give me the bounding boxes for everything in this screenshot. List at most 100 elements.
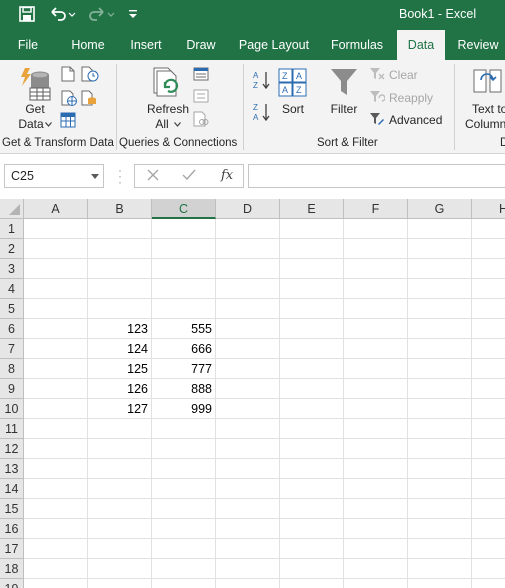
cell-d16[interactable] xyxy=(216,519,280,539)
cell-a8[interactable] xyxy=(24,359,88,379)
cell-d14[interactable] xyxy=(216,479,280,499)
cell-d11[interactable] xyxy=(216,419,280,439)
cell-d3[interactable] xyxy=(216,259,280,279)
cell-e13[interactable] xyxy=(280,459,344,479)
row-header[interactable]: 19 xyxy=(0,579,24,588)
cell-f3[interactable] xyxy=(344,259,408,279)
cell-b9[interactable]: 126 xyxy=(88,379,152,399)
cell-b15[interactable] xyxy=(88,499,152,519)
cell-c13[interactable] xyxy=(152,459,216,479)
cell-a16[interactable] xyxy=(24,519,88,539)
cell-f10[interactable] xyxy=(344,399,408,419)
save-button[interactable] xyxy=(14,3,40,25)
cell-g18[interactable] xyxy=(408,559,472,579)
cell-c3[interactable] xyxy=(152,259,216,279)
cell-f1[interactable] xyxy=(344,219,408,239)
cell-a3[interactable] xyxy=(24,259,88,279)
cell-h17[interactable] xyxy=(472,539,505,559)
row-header[interactable]: 10 xyxy=(0,399,24,419)
cell-c9[interactable]: 888 xyxy=(152,379,216,399)
cell-e7[interactable] xyxy=(280,339,344,359)
cell-h3[interactable] xyxy=(472,259,505,279)
row-header[interactable]: 9 xyxy=(0,379,24,399)
cell-h1[interactable] xyxy=(472,219,505,239)
cell-h18[interactable] xyxy=(472,559,505,579)
cell-e19[interactable] xyxy=(280,579,344,588)
tab-file[interactable]: File xyxy=(8,30,48,60)
cell-f11[interactable] xyxy=(344,419,408,439)
cell-f15[interactable] xyxy=(344,499,408,519)
row-header[interactable]: 1 xyxy=(0,219,24,239)
cell-h2[interactable] xyxy=(472,239,505,259)
cell-h7[interactable] xyxy=(472,339,505,359)
cell-h19[interactable] xyxy=(472,579,505,588)
cell-b13[interactable] xyxy=(88,459,152,479)
cell-a1[interactable] xyxy=(24,219,88,239)
clear-filter-button[interactable]: Clear xyxy=(369,66,418,84)
column-header-g[interactable]: G xyxy=(408,199,472,219)
cell-c4[interactable] xyxy=(152,279,216,299)
cell-h13[interactable] xyxy=(472,459,505,479)
cell-h4[interactable] xyxy=(472,279,505,299)
cell-d8[interactable] xyxy=(216,359,280,379)
row-header[interactable]: 11 xyxy=(0,419,24,439)
cell-f2[interactable] xyxy=(344,239,408,259)
cell-h10[interactable] xyxy=(472,399,505,419)
customize-qat-button[interactable] xyxy=(126,3,140,25)
cell-c7[interactable]: 666 xyxy=(152,339,216,359)
cell-e9[interactable] xyxy=(280,379,344,399)
cell-d9[interactable] xyxy=(216,379,280,399)
cell-e3[interactable] xyxy=(280,259,344,279)
cell-g6[interactable] xyxy=(408,319,472,339)
cell-a12[interactable] xyxy=(24,439,88,459)
cell-d18[interactable] xyxy=(216,559,280,579)
cell-e16[interactable] xyxy=(280,519,344,539)
insert-function-button[interactable]: fx xyxy=(221,168,233,183)
cell-a19[interactable] xyxy=(24,579,88,588)
cell-c11[interactable] xyxy=(152,419,216,439)
cell-c5[interactable] xyxy=(152,299,216,319)
column-header-a[interactable]: A xyxy=(24,199,88,219)
column-header-f[interactable]: F xyxy=(344,199,408,219)
cell-f16[interactable] xyxy=(344,519,408,539)
chevron-down-icon[interactable] xyxy=(91,174,99,179)
name-box[interactable]: C25 xyxy=(4,164,104,188)
cell-c16[interactable] xyxy=(152,519,216,539)
cell-g9[interactable] xyxy=(408,379,472,399)
cell-c14[interactable] xyxy=(152,479,216,499)
enter-button[interactable] xyxy=(179,167,199,185)
column-header-e[interactable]: E xyxy=(280,199,344,219)
cell-b11[interactable] xyxy=(88,419,152,439)
cell-e4[interactable] xyxy=(280,279,344,299)
cell-b4[interactable] xyxy=(88,279,152,299)
cell-f18[interactable] xyxy=(344,559,408,579)
cell-b17[interactable] xyxy=(88,539,152,559)
formula-bar-resize-handle[interactable]: · · · xyxy=(117,164,123,188)
cell-d13[interactable] xyxy=(216,459,280,479)
cell-g16[interactable] xyxy=(408,519,472,539)
cell-f6[interactable] xyxy=(344,319,408,339)
get-data-button[interactable] xyxy=(16,66,52,102)
reapply-button[interactable]: Reapply xyxy=(369,89,433,107)
cell-e18[interactable] xyxy=(280,559,344,579)
cell-e8[interactable] xyxy=(280,359,344,379)
cell-g10[interactable] xyxy=(408,399,472,419)
cell-d7[interactable] xyxy=(216,339,280,359)
cell-a6[interactable] xyxy=(24,319,88,339)
cell-d12[interactable] xyxy=(216,439,280,459)
cell-d1[interactable] xyxy=(216,219,280,239)
cell-g1[interactable] xyxy=(408,219,472,239)
cell-c19[interactable] xyxy=(152,579,216,588)
row-header[interactable]: 2 xyxy=(0,239,24,259)
cell-c12[interactable] xyxy=(152,439,216,459)
tab-home[interactable]: Home xyxy=(62,30,114,60)
cell-d15[interactable] xyxy=(216,499,280,519)
cell-e6[interactable] xyxy=(280,319,344,339)
cell-a14[interactable] xyxy=(24,479,88,499)
cell-h14[interactable] xyxy=(472,479,505,499)
cell-a9[interactable] xyxy=(24,379,88,399)
cell-a11[interactable] xyxy=(24,419,88,439)
cell-g7[interactable] xyxy=(408,339,472,359)
row-header[interactable]: 4 xyxy=(0,279,24,299)
cell-h11[interactable] xyxy=(472,419,505,439)
